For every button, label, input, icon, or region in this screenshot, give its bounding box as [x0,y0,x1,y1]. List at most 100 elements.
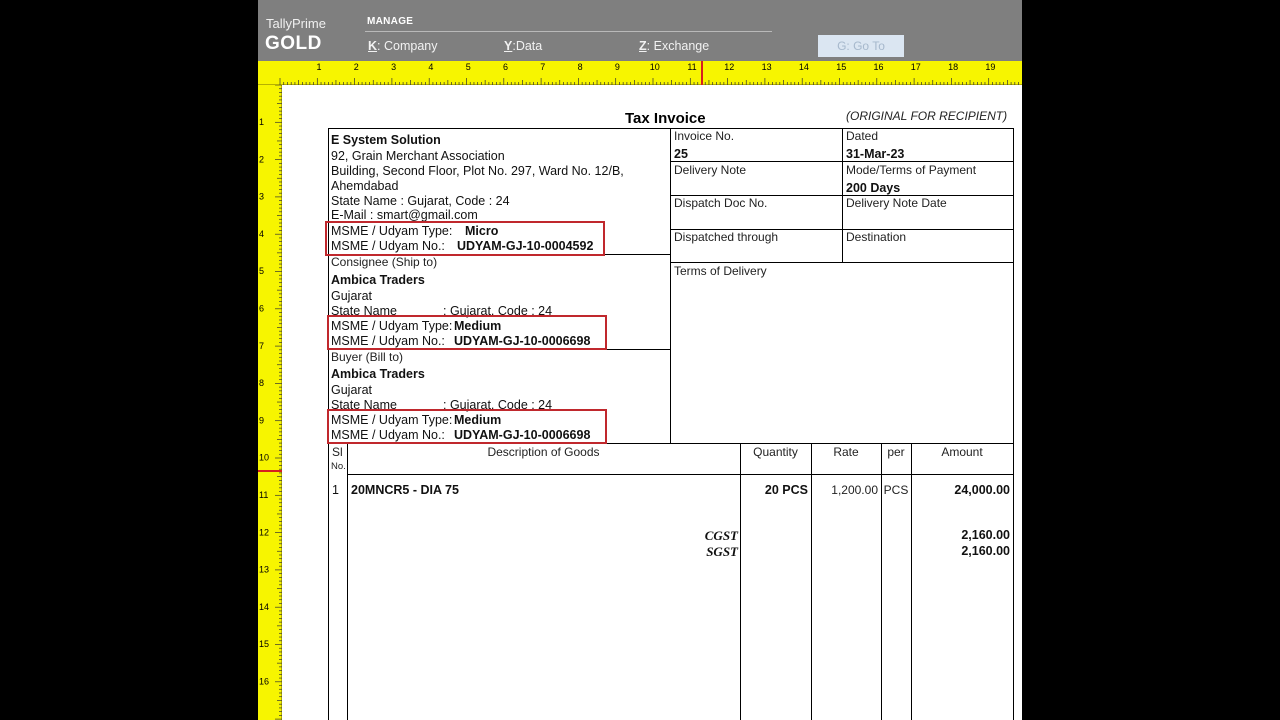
col-sl-header-no: No. [331,461,346,472]
table-header-line [347,474,1014,475]
brand-edition: GOLD [265,33,322,54]
ruler-v-number: 9 [259,415,264,425]
top-bar: TallyPrime GOLD MANAGE K: Company Y:Data… [258,0,1022,61]
menu-exchange-label: Exchange [653,39,710,53]
consignee-name: Ambica Traders [331,273,425,287]
col-sl-divider [347,443,348,720]
col-sl-header: Sl [332,445,343,459]
menu-company-label: Company [384,39,438,53]
dispatch-doc-label: Dispatch Doc No. [674,196,768,210]
top-border [328,128,1014,129]
tax-cgst-label: CGST [704,528,738,543]
invoice-no-label: Invoice No. [674,129,735,143]
ruler-v-number: 12 [259,527,269,537]
ruler-h-number: 7 [540,62,545,72]
dispatched-through-label: Dispatched through [674,230,779,244]
delivery-note-label: Delivery Note [674,163,747,177]
ruler-v-number: 7 [259,341,264,351]
ruler-v-number: 2 [259,154,264,164]
seller-address-3: Ahemdabad [331,179,399,193]
right-border [1013,128,1014,720]
seller-email: E-Mail : smart@gmail.com [331,208,478,222]
menu-company-key: K [368,39,378,53]
item-quantity: 20 PCS [764,483,808,497]
item-rate: 1,200.00 [831,483,878,497]
consignee-address: Gujarat [331,289,372,303]
col-per-header: per [887,445,905,459]
ruler-v-number: 14 [259,602,269,612]
vertical-ruler[interactable]: 1 2 3 4 5 6 7 8 9 10 11 12 13 14 15 16 [258,84,282,720]
ruler-h-number: 9 [615,62,620,72]
tax-sgst-label: SGST [706,544,738,559]
ruler-v-number: 5 [259,266,264,276]
ruler-v-number: 13 [259,565,269,575]
ruler-h-number: 17 [911,62,921,72]
buyer-heading: Buyer (Bill to) [331,350,404,364]
meta-line-1 [670,161,1014,162]
seller-msme-highlight [325,221,605,256]
seller-address-2: Building, Second Floor, Plot No. 297, Wa… [331,164,624,178]
dated-label: Dated [846,129,879,143]
ruler-h-number: 13 [762,62,772,72]
menu-exchange[interactable]: Z: Exchange [639,39,709,53]
ruler-h-number: 6 [503,62,508,72]
menu-exchange-key: Z [639,39,647,53]
meta-line-4 [670,262,1014,263]
col-rate-header: Rate [833,445,859,459]
invoice-title: Tax Invoice [625,110,706,127]
horizontal-ruler[interactable]: 1 2 3 4 5 6 7 8 9 10 11 12 13 14 15 16 17 18 19 [258,61,1022,85]
item-amount: 24,000.00 [954,483,1010,497]
middle-divider [670,128,671,444]
consignee-heading: Consignee (Ship to) [331,255,438,269]
terms-delivery-label: Terms of Delivery [674,264,767,278]
ruler-h-number: 12 [724,62,734,72]
dated-value: 31-Mar-23 [846,147,905,161]
terms-payment-label: Mode/Terms of Payment [846,163,977,177]
ruler-h-number: 8 [578,62,583,72]
consignee-msme-highlight [327,315,607,350]
ruler-v-number: 3 [259,192,264,202]
item-per: PCS [883,483,909,497]
ruler-v-number: 15 [259,639,269,649]
ruler-h-number: 15 [836,62,846,72]
menu-company[interactable]: K: Company [368,39,438,53]
ruler-h-number: 4 [428,62,433,72]
ruler-h-number: 10 [650,62,660,72]
col-amount-header: Amount [941,445,983,459]
ruler-h-number: 11 [687,62,696,72]
buyer-msme-highlight [327,409,607,444]
ruler-h-number: 3 [391,62,396,72]
ruler-v-number: 1 [259,117,264,127]
ruler-v-number: 11 [259,490,268,500]
vertical-ruler-scale: 12345678910111213141516 [259,84,282,720]
delivery-note-date-label: Delivery Note Date [846,196,947,210]
brand-name: TallyPrime [266,16,326,31]
ruler-v-marker [258,470,282,472]
invoice-page: Tax Invoice (ORIGINAL FOR RECIPIENT) E S… [283,86,1022,720]
item-description: 20MNCR5 - DIA 75 [351,483,459,497]
manage-section-label: MANAGE [367,16,414,27]
seller-state: State Name : Gujarat, Code : 24 [331,194,510,208]
invoice-no: 25 [674,147,688,161]
goto-button[interactable]: G: Go To [818,35,904,57]
ruler-h-number: 1 [316,62,321,72]
col-qty-header: Quantity [753,445,798,459]
manage-divider [365,31,772,32]
ruler-v-number: 16 [259,677,269,687]
ruler-h-number: 18 [948,62,958,72]
menu-data-label: Data [515,39,543,53]
tax-sgst-amount: 2,160.00 [961,544,1010,558]
destination-label: Destination [846,230,907,244]
ruler-v-number: 6 [259,304,264,314]
tally-window: TallyPrime GOLD MANAGE K: Company Y:Data… [258,0,1022,720]
ruler-v-number: 8 [259,378,264,388]
ruler-h-number: 5 [466,62,471,72]
seller-name: E System Solution [331,133,441,147]
ruler-v-number: 4 [259,229,264,239]
ruler-v-number: 10 [259,453,269,463]
ruler-h-number: 14 [799,62,809,72]
copy-label: (ORIGINAL FOR RECIPIENT) [846,109,1008,123]
ruler-h-marker [701,61,703,85]
menu-data[interactable]: Y:Data [504,39,542,53]
ruler-h-number: 16 [873,62,883,72]
